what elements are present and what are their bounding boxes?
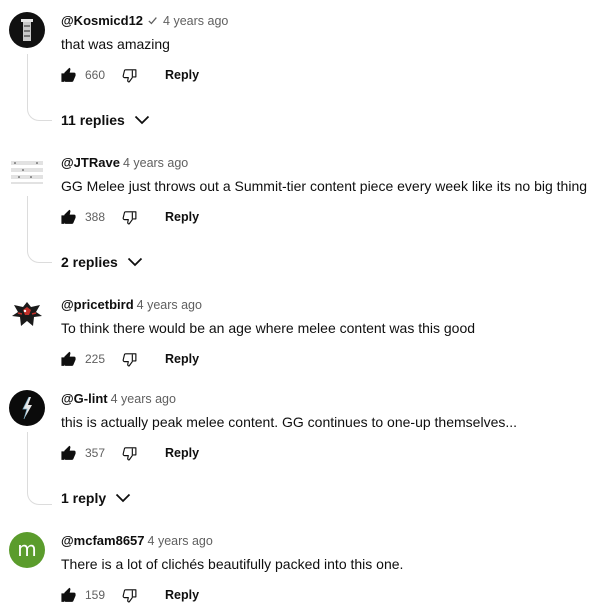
author-name[interactable]: @G-lint xyxy=(61,391,108,406)
avatar[interactable] xyxy=(9,296,45,332)
timestamp[interactable]: 4 years ago xyxy=(111,392,176,406)
comment-header: @pricetbird 4 years ago xyxy=(61,297,202,312)
comment-header: @mcfam8657 4 years ago xyxy=(61,533,213,548)
reply-button[interactable]: Reply xyxy=(165,446,199,460)
like-count: 388 xyxy=(85,210,106,224)
comment-actions: 357 Reply xyxy=(60,444,199,462)
thumbs-up-icon[interactable] xyxy=(60,209,77,226)
avatar-letter: m xyxy=(17,536,37,561)
chevron-down-icon xyxy=(127,257,142,267)
thumbs-up-icon[interactable] xyxy=(60,445,77,462)
show-replies-button[interactable]: 1 reply xyxy=(61,490,131,506)
avatar[interactable] xyxy=(9,154,45,190)
lightning-bolt-avatar-icon xyxy=(22,396,32,420)
thumbs-up-icon[interactable] xyxy=(60,67,77,84)
timestamp[interactable]: 4 years ago xyxy=(123,156,188,170)
timestamp[interactable]: 4 years ago xyxy=(137,298,202,312)
like-count: 357 xyxy=(85,446,106,460)
tower-avatar-icon xyxy=(21,19,33,41)
thumbs-down-icon[interactable] xyxy=(121,445,138,462)
reply-button[interactable]: Reply xyxy=(165,588,199,602)
thumbs-up-icon[interactable] xyxy=(60,351,77,368)
avatar[interactable] xyxy=(9,390,45,426)
comment-text: To think there would be an age where mel… xyxy=(61,320,476,336)
verified-check-icon xyxy=(148,17,157,25)
comment-actions: 660 Reply xyxy=(60,66,199,84)
comment-header: @G-lint 4 years ago xyxy=(61,391,176,406)
replies-count: 2 replies xyxy=(61,254,118,270)
reply-button[interactable]: Reply xyxy=(165,210,199,224)
author-name[interactable]: @pricetbird xyxy=(61,297,134,312)
sheet-music-avatar-icon xyxy=(11,161,43,184)
like-count: 159 xyxy=(85,588,106,602)
avatar[interactable] xyxy=(9,12,45,48)
avatar[interactable]: m xyxy=(9,532,45,568)
comment-header: @JTRave 4 years ago xyxy=(61,155,188,170)
timestamp[interactable]: 4 years ago xyxy=(163,14,228,28)
thumbs-down-icon[interactable] xyxy=(121,67,138,84)
reply-button[interactable]: Reply xyxy=(165,68,199,82)
thread-line xyxy=(27,432,52,505)
reply-button[interactable]: Reply xyxy=(165,352,199,366)
thumbs-down-icon[interactable] xyxy=(121,587,138,604)
comment-actions: 388 Reply xyxy=(60,208,199,226)
thread-line xyxy=(27,54,52,121)
show-replies-button[interactable]: 2 replies xyxy=(61,254,143,270)
comment-text: this is actually peak melee content. GG … xyxy=(61,414,518,430)
like-count: 225 xyxy=(85,352,106,366)
thumbs-up-icon[interactable] xyxy=(60,587,77,604)
comment-text: that was amazing xyxy=(61,36,170,52)
thumbs-down-icon[interactable] xyxy=(121,209,138,226)
comment-actions: 159 Reply xyxy=(60,586,199,604)
thunderbird-avatar-icon xyxy=(12,302,42,326)
comment-header: @Kosmicd12 4 years ago xyxy=(61,13,228,28)
like-count: 660 xyxy=(85,68,106,82)
comment-text: There is a lot of clichés beautifully pa… xyxy=(61,556,404,572)
chevron-down-icon xyxy=(116,493,131,503)
replies-count: 1 reply xyxy=(61,490,107,506)
comment-actions: 225 Reply xyxy=(60,350,199,368)
comment-text: GG Melee just throws out a Summit-tier c… xyxy=(61,178,588,194)
thread-line xyxy=(27,196,52,263)
thumbs-down-icon[interactable] xyxy=(121,351,138,368)
chevron-down-icon xyxy=(134,115,149,125)
timestamp[interactable]: 4 years ago xyxy=(148,534,213,548)
author-name[interactable]: @Kosmicd12 xyxy=(61,13,143,28)
author-name[interactable]: @mcfam8657 xyxy=(61,533,145,548)
replies-count: 11 replies xyxy=(61,112,125,128)
author-name[interactable]: @JTRave xyxy=(61,155,120,170)
show-replies-button[interactable]: 11 replies xyxy=(61,112,150,128)
